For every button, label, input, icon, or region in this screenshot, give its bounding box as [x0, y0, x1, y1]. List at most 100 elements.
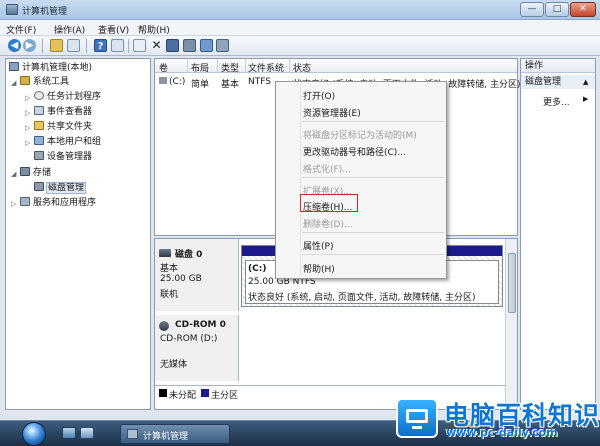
expanded-arrow-icon[interactable]: ◢ — [11, 79, 16, 87]
clock-icon — [34, 91, 44, 100]
cdrom-0-name: CD-ROM 0 — [175, 320, 226, 330]
menu-file[interactable]: 文件(F) — [6, 23, 36, 36]
up-folder-icon[interactable] — [50, 39, 63, 52]
disk-0-state: 联机 — [160, 290, 179, 300]
title-bar: 计算机管理 — □ ✕ — [0, 0, 600, 20]
switch-windows-icon[interactable] — [80, 427, 94, 439]
column-header-status[interactable]: 状态 — [293, 61, 311, 74]
services-icon — [20, 197, 30, 206]
delete-icon[interactable]: ✕ — [150, 39, 163, 52]
open-icon[interactable] — [183, 39, 196, 52]
tree-item-shared-folders[interactable]: 共享文件夹 — [34, 121, 92, 134]
volume-list-header: 卷 布局 类型 文件系统 状态 — [155, 59, 517, 74]
close-button[interactable]: ✕ — [570, 2, 596, 17]
actions-disk-management[interactable]: 磁盘管理 ▲ — [521, 75, 595, 89]
menu-item-mark-active[interactable]: 将磁盘分区标记为活动的(M) — [303, 128, 417, 141]
properties-icon[interactable] — [111, 39, 124, 52]
window-title: 计算机管理 — [22, 7, 68, 17]
submenu-arrow-icon: ▶ — [583, 95, 589, 103]
back-arrow-icon[interactable]: ◀ — [8, 39, 21, 52]
actions-pane: 操作 磁盘管理 ▲ 更多... ▶ — [520, 58, 596, 410]
expanded-arrow-icon[interactable]: ◢ — [11, 170, 16, 178]
context-menu: 打开(O) 资源管理器(E) 将磁盘分区标记为活动的(M) 更改驱动器号和路径(… — [275, 81, 447, 279]
disk-properties-icon[interactable] — [166, 39, 179, 52]
disk-view-icon[interactable] — [216, 39, 229, 52]
toolbar: ◀ ▶ ? ✕ — [0, 36, 600, 56]
menu-help[interactable]: 帮助(H) — [138, 23, 170, 36]
computer-management-icon — [127, 429, 138, 439]
legend-unallocated: 未分配 — [169, 391, 197, 401]
disk-0-label[interactable]: 磁盘 0 基本 25.00 GB 联机 — [155, 239, 239, 311]
toolbar-separator — [86, 39, 87, 53]
show-desktop-icon[interactable] — [62, 427, 76, 439]
unallocated-swatch — [159, 389, 167, 397]
menu-separator — [302, 254, 444, 255]
collapsed-arrow-icon[interactable]: ▷ — [25, 124, 30, 132]
toolbar-separator — [128, 39, 129, 53]
column-header-layout[interactable]: 布局 — [191, 61, 209, 74]
tree-item-local-users[interactable]: 本地用户和组 — [34, 136, 101, 149]
tree-item-storage[interactable]: 存储 — [20, 167, 51, 180]
minimize-button[interactable]: — — [520, 2, 544, 17]
shared-folder-icon — [34, 121, 44, 130]
collapsed-arrow-icon[interactable]: ▷ — [11, 200, 16, 208]
tree-item-task-scheduler[interactable]: 任务计划程序 — [34, 91, 101, 104]
column-header-type[interactable]: 类型 — [221, 61, 239, 74]
menu-gutter — [300, 84, 301, 276]
tree-item-services[interactable]: 服务和应用程序 — [20, 197, 96, 210]
disk-view-scrollbar[interactable] — [505, 239, 517, 409]
menu-item-help[interactable]: 帮助(H) — [303, 262, 335, 275]
partition-c-status: 状态良好 (系统, 启动, 页面文件, 活动, 故障转储, 主分区) — [248, 293, 476, 303]
monitor-logo-icon — [396, 398, 438, 438]
users-icon — [34, 136, 44, 145]
help-icon[interactable]: ? — [94, 39, 107, 52]
menu-item-change-letter[interactable]: 更改驱动器号和路径(C)... — [303, 145, 406, 158]
storage-icon — [20, 167, 30, 176]
computer-icon — [9, 62, 19, 71]
refresh-icon[interactable] — [133, 39, 146, 52]
filesystem-cell: NTFS — [248, 77, 271, 87]
menu-action[interactable]: 操作(A) — [54, 23, 85, 36]
tree-item-root[interactable]: 计算机管理(本地) — [9, 62, 92, 75]
collapsed-arrow-icon[interactable]: ▷ — [25, 94, 30, 102]
show-hide-tree-icon[interactable] — [67, 39, 80, 52]
column-header-volume[interactable]: 卷 — [159, 61, 168, 74]
menu-view[interactable]: 查看(V) — [98, 23, 129, 36]
scrollbar-thumb[interactable] — [508, 253, 516, 313]
cdrom-0-label[interactable]: CD-ROM 0 CD-ROM (D:) 无媒体 — [155, 315, 239, 381]
menu-item-open[interactable]: 打开(O) — [303, 89, 335, 102]
tree-item-disk-management[interactable]: 磁盘管理 — [34, 182, 87, 195]
cdrom-0-media: 无媒体 — [160, 360, 188, 370]
maximize-button[interactable]: □ — [545, 2, 569, 17]
menu-separator — [302, 177, 444, 178]
collapsed-arrow-icon[interactable]: ▷ — [25, 109, 30, 117]
menu-item-explore[interactable]: 资源管理器(E) — [303, 106, 361, 119]
tree-item-device-manager[interactable]: 设备管理器 — [34, 151, 92, 164]
menu-item-format[interactable]: 格式化(F)... — [303, 162, 351, 175]
tools-icon — [20, 76, 30, 85]
watermark: 电脑百科知识 www.pc-daily.com — [388, 392, 600, 446]
menu-item-delete[interactable]: 删除卷(D)... — [303, 217, 353, 230]
cdrom-icon — [159, 321, 169, 331]
console-tree: 计算机管理(本地) ◢ 系统工具 ▷ 任务计划程序 ▷ 事件查看器 ▷ 共享文件… — [5, 58, 151, 410]
menu-item-properties[interactable]: 属性(P) — [303, 239, 333, 252]
start-button[interactable] — [22, 422, 46, 446]
taskbar-item-computer-management[interactable]: 计算机管理 — [120, 424, 230, 444]
forward-arrow-icon[interactable]: ▶ — [23, 39, 36, 52]
actions-more[interactable]: 更多... ▶ — [543, 95, 588, 108]
search-icon[interactable] — [200, 39, 213, 52]
collapsed-arrow-icon[interactable]: ▷ — [25, 139, 30, 147]
primary-swatch — [201, 389, 209, 397]
disk-0-kind: 基本 — [160, 264, 179, 274]
disk-icon — [159, 249, 171, 257]
disk-management-icon — [34, 182, 44, 191]
cdrom-0-drive: CD-ROM (D:) — [160, 334, 218, 344]
actions-header: 操作 — [521, 59, 595, 73]
tree-item-system-tools[interactable]: 系统工具 — [20, 76, 69, 89]
tree-item-event-viewer[interactable]: 事件查看器 — [34, 106, 92, 119]
menu-bar: 文件(F) 操作(A) 查看(V) 帮助(H) — [0, 20, 600, 36]
collapse-arrow-icon[interactable]: ▲ — [583, 75, 588, 89]
shrink-highlight-box — [300, 194, 358, 212]
layout-cell: 简单 — [191, 80, 210, 90]
column-header-filesystem[interactable]: 文件系统 — [248, 61, 284, 74]
